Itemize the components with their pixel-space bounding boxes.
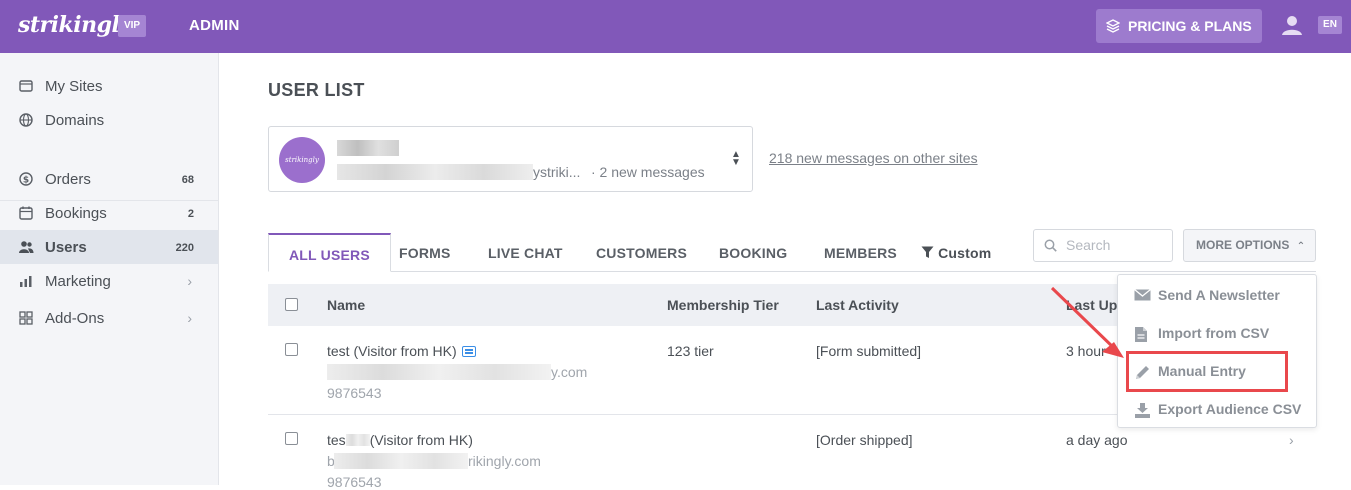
tab-custom-label: Custom bbox=[938, 245, 992, 261]
strikingly-logo[interactable]: strikingly bbox=[18, 12, 132, 38]
more-options-button[interactable]: MORE OPTIONS ⌃ bbox=[1183, 229, 1316, 262]
top-bar: strikingly VIP ADMIN PRICING & PLANS EN bbox=[0, 0, 1351, 53]
sidebar-item-add-ons[interactable]: Add-Ons › bbox=[0, 301, 218, 335]
import-csv-label: Import from CSV bbox=[1158, 325, 1270, 341]
users-icon bbox=[19, 241, 34, 253]
file-icon bbox=[1135, 327, 1147, 342]
column-header-name[interactable]: Name bbox=[327, 297, 365, 313]
search-input[interactable]: Search bbox=[1033, 229, 1173, 262]
sidebar: My Sites Domains $ Orders 68 Bookings 2 … bbox=[0, 53, 219, 485]
more-options-label: MORE OPTIONS bbox=[1196, 238, 1290, 252]
tab-forms[interactable]: FORMS bbox=[399, 233, 451, 272]
language-switch[interactable]: EN bbox=[1318, 16, 1342, 34]
user-email-tail: y.com bbox=[551, 364, 588, 380]
user-email-tail: rikingly.com bbox=[468, 453, 541, 469]
orders-count: 68 bbox=[181, 174, 194, 186]
row-checkbox[interactable] bbox=[285, 432, 298, 445]
select-all-checkbox[interactable] bbox=[285, 298, 298, 311]
chevron-right-icon: › bbox=[187, 310, 192, 326]
grid-icon bbox=[19, 311, 33, 325]
membership-tier: 123 tier bbox=[667, 343, 714, 359]
user-phone: 9876543 bbox=[327, 474, 382, 490]
last-activity: [Form submitted] bbox=[816, 343, 922, 359]
sidebar-item-label: Users bbox=[45, 239, 87, 256]
sidebar-item-label: My Sites bbox=[45, 78, 103, 95]
users-count: 220 bbox=[175, 242, 194, 254]
user-name-end: (Visitor from HK) bbox=[369, 432, 473, 448]
annotation-highlight-box bbox=[1126, 351, 1288, 392]
tab-members[interactable]: MEMBERS bbox=[824, 233, 897, 272]
search-icon bbox=[1044, 239, 1057, 252]
sidebar-item-label: Marketing bbox=[45, 273, 111, 290]
download-icon bbox=[1135, 403, 1150, 418]
id-card-icon bbox=[461, 346, 476, 357]
last-updated: a day ago bbox=[1066, 432, 1128, 448]
site-logo: strikingly bbox=[279, 137, 325, 183]
globe-icon bbox=[19, 113, 33, 127]
redacted-site-domain bbox=[337, 164, 533, 180]
sidebar-item-orders[interactable]: $ Orders 68 bbox=[0, 162, 218, 196]
search-placeholder: Search bbox=[1066, 237, 1111, 253]
tab-custom[interactable]: Custom bbox=[921, 233, 991, 272]
last-activity: [Order shipped] bbox=[816, 432, 913, 448]
other-sites-messages-link[interactable]: 218 new messages on other sites bbox=[769, 150, 978, 166]
user-phone: 9876543 bbox=[327, 385, 382, 401]
user-name[interactable]: test (Visitor from HK) bbox=[327, 343, 476, 359]
column-header-membership-tier[interactable]: Membership Tier bbox=[667, 297, 779, 313]
sidebar-item-label: Add-Ons bbox=[45, 310, 105, 327]
export-audience-csv-label: Export Audience CSV bbox=[1158, 401, 1302, 417]
calendar-icon bbox=[19, 206, 33, 220]
select-arrows-icon: ▲ ▼ bbox=[731, 149, 741, 168]
column-header-last-activity[interactable]: Last Activity bbox=[816, 297, 899, 313]
bookings-count: 2 bbox=[187, 208, 194, 220]
sidebar-item-domains[interactable]: Domains bbox=[0, 103, 218, 137]
user-name-start: tes bbox=[327, 432, 346, 448]
chart-icon bbox=[20, 276, 32, 287]
chevron-up-icon: ⌃ bbox=[1296, 241, 1306, 252]
tab-live-chat[interactable]: LIVE CHAT bbox=[488, 233, 563, 272]
vip-badge: VIP bbox=[118, 15, 146, 37]
sidebar-item-label: Domains bbox=[45, 112, 105, 129]
sidebar-item-my-sites[interactable]: My Sites bbox=[0, 69, 218, 103]
redacted-email bbox=[327, 364, 551, 380]
tab-all-users[interactable]: ALL USERS bbox=[268, 233, 391, 272]
user-icon[interactable] bbox=[1281, 14, 1303, 36]
site-selector[interactable]: strikingly ystriki... · 2 new messages ▲… bbox=[268, 126, 753, 192]
pricing-plans-button[interactable]: PRICING & PLANS bbox=[1096, 9, 1262, 43]
dollar-icon: $ bbox=[19, 172, 33, 186]
browser-icon bbox=[19, 80, 33, 92]
sidebar-item-marketing[interactable]: Marketing › bbox=[0, 264, 218, 298]
envelope-icon bbox=[1134, 288, 1151, 301]
admin-label[interactable]: ADMIN bbox=[189, 17, 240, 34]
redacted-email bbox=[334, 453, 468, 469]
layers-icon bbox=[1106, 19, 1120, 33]
page-title: USER LIST bbox=[268, 80, 365, 100]
redacted-name-part bbox=[345, 434, 370, 446]
tab-booking[interactable]: BOOKING bbox=[719, 233, 787, 272]
row-checkbox[interactable] bbox=[285, 343, 298, 356]
sidebar-item-bookings[interactable]: Bookings 2 bbox=[0, 196, 218, 230]
site-new-messages: · 2 new messages bbox=[591, 164, 705, 180]
svg-text:$: $ bbox=[23, 176, 29, 186]
annotation-arrow-icon bbox=[1050, 286, 1124, 358]
user-name[interactable]: tes (Visitor from HK) bbox=[327, 432, 473, 448]
chevron-right-icon[interactable]: › bbox=[1289, 432, 1294, 448]
site-domain: ystriki... bbox=[533, 164, 581, 180]
pricing-plans-label: PRICING & PLANS bbox=[1128, 18, 1252, 34]
tab-customers[interactable]: CUSTOMERS bbox=[596, 233, 687, 272]
chevron-right-icon: › bbox=[187, 273, 192, 289]
sidebar-item-label: Bookings bbox=[45, 205, 107, 222]
sidebar-item-users[interactable]: Users 220 bbox=[0, 230, 218, 264]
send-newsletter-label: Send A Newsletter bbox=[1158, 287, 1280, 303]
user-name-text: test (Visitor from HK) bbox=[327, 343, 457, 359]
redacted-site-name bbox=[337, 140, 399, 156]
sidebar-item-label: Orders bbox=[45, 171, 91, 188]
filter-icon bbox=[921, 246, 934, 258]
